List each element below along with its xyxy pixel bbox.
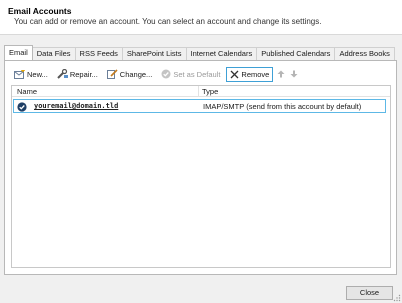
tab-published-calendars[interactable]: Published Calendars [256,47,336,60]
remove-button[interactable]: Remove [226,66,274,82]
close-button[interactable]: Close [346,286,393,300]
account-type: IMAP/SMTP (send from this account by def… [203,102,362,111]
default-check-icon [161,69,171,79]
column-header-name[interactable]: Name [17,87,37,96]
list-header: Name Type [12,86,390,97]
change-account-icon [106,69,118,79]
new-account-icon [14,69,25,79]
remove-x-icon [230,70,239,78]
account-list: Name Type youremail@domain.tld IMAP/SMTP… [11,85,391,268]
repair-button-label: Repair... [69,69,98,79]
column-header-type[interactable]: Type [202,87,218,96]
tab-rss-feeds[interactable]: RSS Feeds [74,47,123,60]
tab-internet-calendars[interactable]: Internet Calendars [185,47,258,60]
page-title: Email Accounts [8,6,72,16]
change-button-label: Change... [119,69,153,79]
dialog-header: Email Accounts You can add or remove an … [0,0,402,34]
arrow-up-icon [277,70,285,78]
resize-grip-icon[interactable] [393,294,401,302]
default-account-check-icon [17,102,27,112]
account-toolbar: New... Repair... Change... Set as Defaul… [11,66,391,82]
move-up-button[interactable] [276,67,286,81]
page-description: You can add or remove an account. You ca… [14,17,322,26]
set-as-default-button[interactable]: Set as Default [158,67,223,81]
header-divider [0,34,402,35]
repair-button[interactable]: Repair... [54,67,101,81]
remove-button-label: Remove [241,69,270,79]
move-down-button[interactable] [289,67,299,81]
table-row[interactable]: youremail@domain.tld IMAP/SMTP (send fro… [13,99,386,113]
tab-address-books[interactable]: Address Books [334,47,395,60]
arrow-down-icon [290,70,298,78]
new-button-label: New... [27,69,48,79]
tab-data-files[interactable]: Data Files [31,47,76,60]
tab-bar: Email Data Files RSS Feeds SharePoint Li… [4,45,396,60]
column-divider[interactable] [198,86,199,97]
new-button[interactable]: New... [11,67,51,81]
change-button[interactable]: Change... [104,67,156,81]
email-tab-panel: New... Repair... Change... Set as Defaul… [4,60,397,275]
wrench-icon [57,69,68,79]
tab-sharepoint-lists[interactable]: SharePoint Lists [121,47,187,60]
set-as-default-label: Set as Default [173,69,221,79]
account-name: youremail@domain.tld [34,102,119,110]
tab-email[interactable]: Email [4,45,33,60]
